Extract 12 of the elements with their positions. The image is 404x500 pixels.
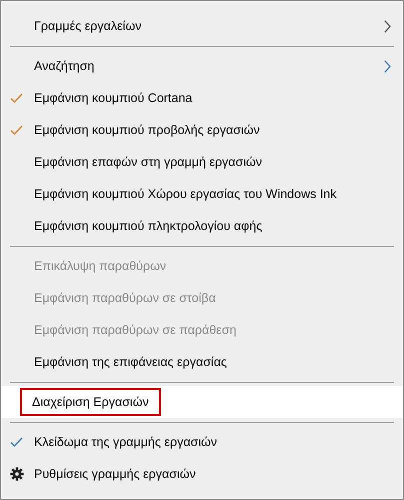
menu-item[interactable]: Εμφάνιση της επιφάνειας εργασίας bbox=[1, 346, 403, 378]
menu-item[interactable]: Διαχείριση Εργασιών bbox=[1, 386, 403, 418]
menu-item[interactable]: Γραμμές εργαλείων bbox=[1, 10, 403, 42]
menu-item[interactable]: Εμφάνιση κουμπιού πληκτρολογίου αφής bbox=[1, 210, 403, 242]
settings-icon bbox=[10, 467, 24, 481]
menu-item[interactable]: Εμφάνιση επαφών στη γραμμή εργασιών bbox=[1, 146, 403, 178]
menu-item[interactable]: Εμφάνιση κουμπιού Χώρου εργασίας του Windows Ink bbox=[1, 178, 403, 210]
menu-item[interactable]: Κλείδωμα της γραμμής εργασιών bbox=[1, 426, 403, 458]
menu-item[interactable]: Αναζήτηση bbox=[1, 50, 403, 82]
menu-item[interactable]: Ρυθμίσεις γραμμής εργασιών bbox=[1, 458, 403, 490]
menu-item[interactable]: Εμφάνιση κουμπιού Cortana bbox=[1, 82, 403, 114]
menu-item[interactable]: Εμφάνιση κουμπιού προβολής εργασιών bbox=[1, 114, 403, 146]
